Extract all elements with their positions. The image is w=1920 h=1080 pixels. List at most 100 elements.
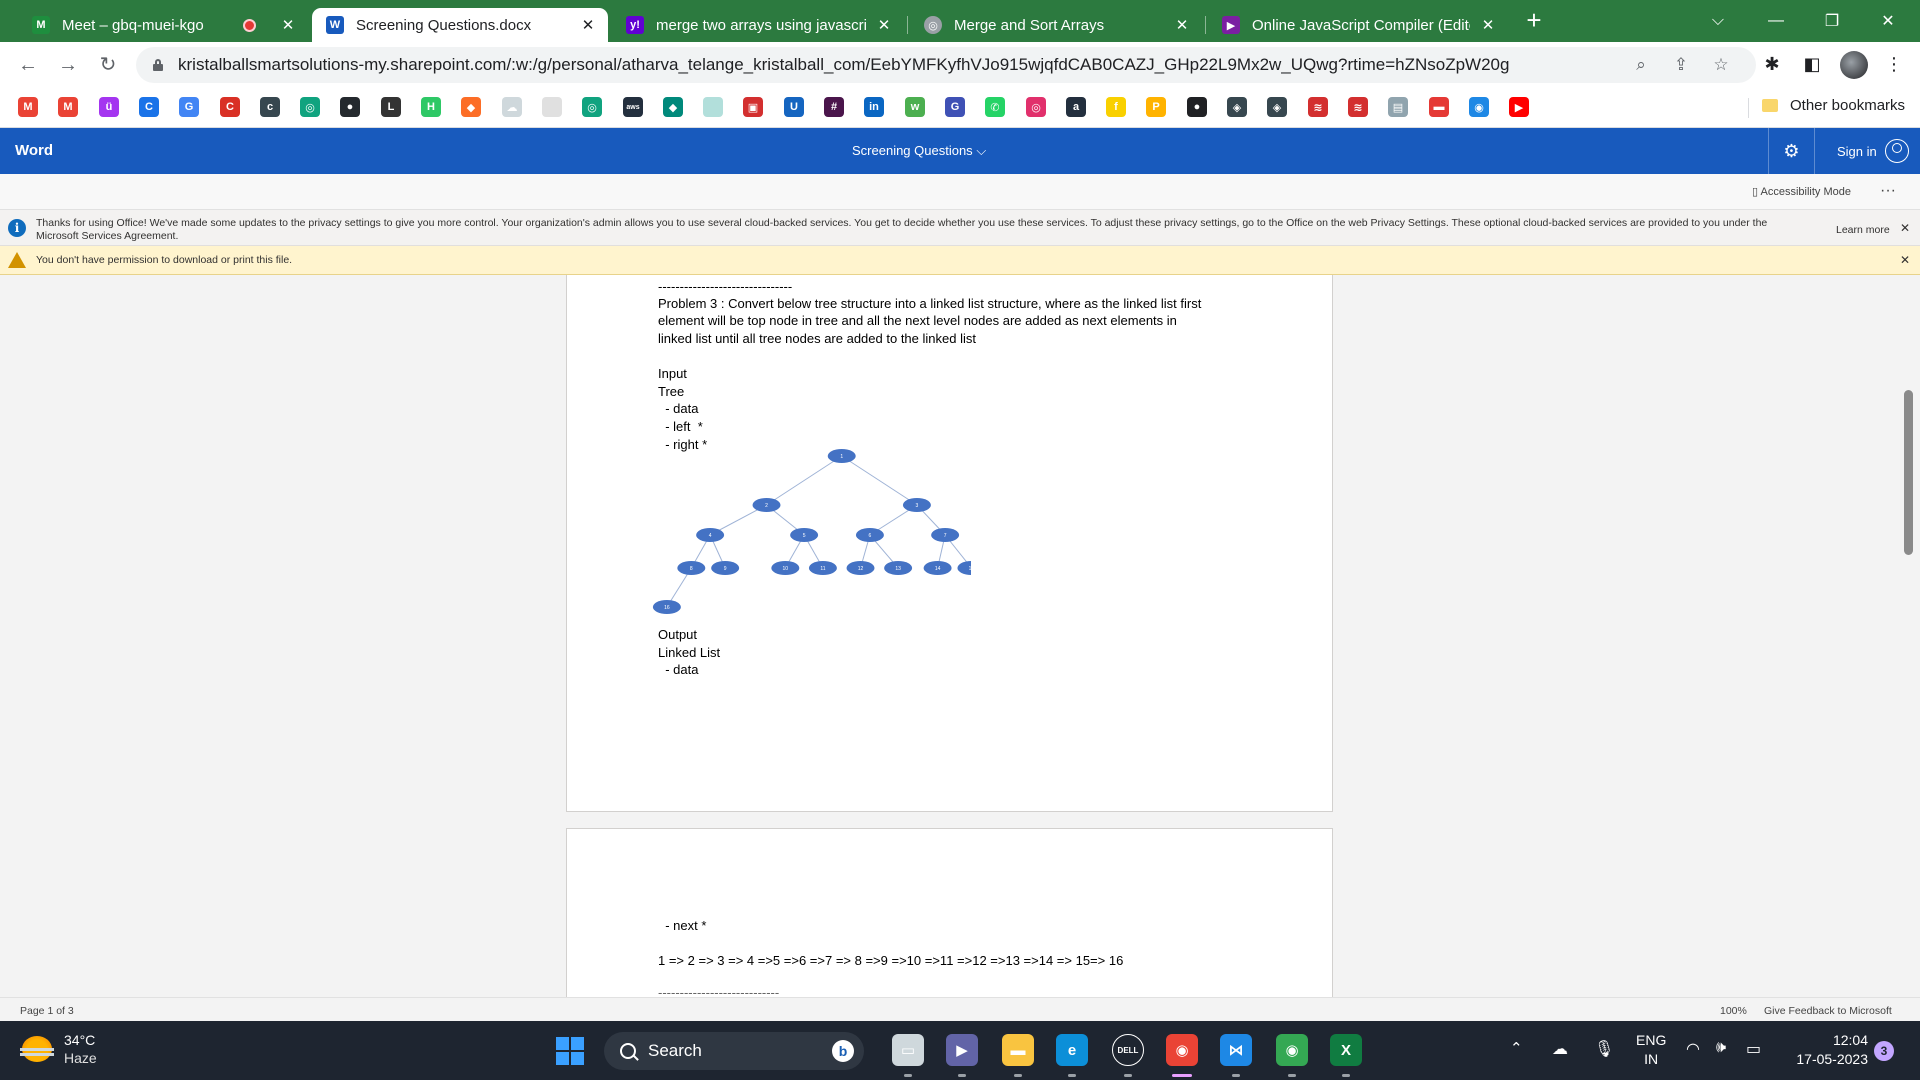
bookmark-wifi-icon[interactable]: ≋ xyxy=(1308,97,1328,117)
bookmark-amazon-icon[interactable]: a xyxy=(1066,97,1086,117)
bookmark-chatgpt-icon[interactable]: ◎ xyxy=(300,97,320,117)
bookmark-hackerrank-icon[interactable]: H xyxy=(421,97,441,117)
close-icon[interactable]: ✕ xyxy=(578,16,598,34)
bookmark-globe-icon[interactable]: ● xyxy=(1187,97,1207,117)
close-icon[interactable]: ✕ xyxy=(278,16,298,34)
bookmark-whatsapp-icon[interactable]: ✆ xyxy=(985,97,1005,117)
feedback-link[interactable]: Give Feedback to Microsoft xyxy=(1764,1005,1892,1017)
close-icon[interactable]: ✕ xyxy=(1900,221,1910,235)
tab-online-js-compiler[interactable]: ▶ Online JavaScript Compiler (Edito ✕ xyxy=(1208,8,1508,42)
bookmark-pma-icon[interactable]: P xyxy=(1146,97,1166,117)
bookmark-cloud-icon[interactable]: ☁ xyxy=(502,97,522,117)
menu-icon[interactable]: ⋮ xyxy=(1882,52,1906,76)
bookmark-gitlab-icon[interactable]: ◆ xyxy=(461,97,481,117)
onedrive-icon[interactable]: ☁ xyxy=(1552,1039,1568,1059)
tab-screening-questions[interactable]: W Screening Questions.docx ✕ xyxy=(312,8,608,42)
extensions-icon[interactable]: ✱ xyxy=(1760,52,1784,76)
new-tab-button[interactable]: + xyxy=(1520,6,1548,34)
bookmark-udemy-icon[interactable]: ü xyxy=(99,97,119,117)
bookmark-square-icon[interactable] xyxy=(703,97,723,117)
language-indicator[interactable]: ENG IN xyxy=(1636,1031,1666,1069)
restore-button[interactable]: ❐ xyxy=(1808,0,1856,42)
taskbar-excel-icon[interactable]: X xyxy=(1330,1034,1362,1066)
document-title-button[interactable]: Screening Questions ⌵ xyxy=(852,143,986,159)
tab-meet[interactable]: M Meet – gbq-muei-kgo ✕ xyxy=(18,8,308,42)
lock-icon[interactable] xyxy=(152,59,164,71)
bookmark-unstop-icon[interactable]: U xyxy=(784,97,804,117)
bookmark-gmail-2-icon[interactable]: M xyxy=(58,97,78,117)
address-bar[interactable]: kristalballsmartsolutions-my.sharepoint.… xyxy=(136,47,1756,83)
taskbar-edge-icon[interactable]: e xyxy=(1056,1034,1088,1066)
share-icon[interactable]: ⇪ xyxy=(1670,55,1692,75)
bookmark-google-icon[interactable]: G xyxy=(179,97,199,117)
document-page-1[interactable]: ------------------------------- Problem … xyxy=(566,275,1333,812)
bookmark-coursera-icon[interactable]: C xyxy=(220,97,240,117)
document-canvas[interactable]: ------------------------------- Problem … xyxy=(0,275,1920,997)
close-icon[interactable]: ✕ xyxy=(1172,16,1192,34)
bookmark-aws-icon[interactable]: aws xyxy=(623,97,643,117)
bookmark-slack-icon[interactable]: # xyxy=(824,97,844,117)
back-button[interactable]: ← xyxy=(14,51,42,79)
tab-merge-sort-arrays[interactable]: ◎ Merge and Sort Arrays ✕ xyxy=(910,8,1202,42)
bookmark-chatgpt-2-icon[interactable]: ◎ xyxy=(582,97,602,117)
document-page-2[interactable]: - next * 1 => 2 => 3 => 4 =>5 =>6 =>7 =>… xyxy=(566,828,1333,997)
bookmark-flag-icon[interactable]: ▬ xyxy=(1429,97,1449,117)
profile-avatar[interactable] xyxy=(1840,51,1868,79)
close-icon[interactable]: ✕ xyxy=(1900,253,1910,267)
start-button[interactable] xyxy=(556,1037,584,1065)
weather-widget[interactable]: 34°C Haze xyxy=(20,1031,97,1067)
battery-icon[interactable]: ▭ xyxy=(1746,1039,1761,1059)
bookmark-linkedin-icon[interactable]: in xyxy=(864,97,884,117)
bookmark-portal-2-icon[interactable]: ◉ xyxy=(1469,97,1489,117)
bookmark-sbi-icon[interactable]: ◈ xyxy=(1227,97,1247,117)
vertical-scrollbar[interactable] xyxy=(1904,390,1913,555)
volume-icon[interactable]: 🕪︎ xyxy=(1716,1039,1726,1057)
reload-button[interactable]: ↻ xyxy=(94,51,122,79)
bookmark-gmail-icon[interactable]: M xyxy=(18,97,38,117)
bookmark-mastodon-icon[interactable]: G xyxy=(945,97,965,117)
taskbar-chrome-profile-icon[interactable]: ◉ xyxy=(1276,1034,1308,1066)
other-bookmarks-folder[interactable]: Other bookmarks xyxy=(1762,97,1905,114)
bookmark-sbi-2-icon[interactable]: ◈ xyxy=(1267,97,1287,117)
microphone-icon[interactable]: 🎙︎ xyxy=(1594,1039,1614,1059)
side-panel-icon[interactable]: ◧ xyxy=(1800,52,1824,76)
forward-button[interactable]: → xyxy=(54,51,82,79)
taskbar-task-view-icon[interactable]: ▭ xyxy=(892,1034,924,1066)
zoom-level[interactable]: 100% xyxy=(1720,1005,1747,1017)
taskbar-vscode-icon[interactable]: ⋈ xyxy=(1220,1034,1252,1066)
accessibility-mode-button[interactable]: ▯ Accessibility Mode xyxy=(1752,185,1851,198)
bookmark-github-icon[interactable]: ● xyxy=(340,97,360,117)
close-window-button[interactable]: ✕ xyxy=(1864,0,1912,42)
bookmark-hdfc-icon[interactable]: ▣ xyxy=(743,97,763,117)
bing-icon[interactable]: b xyxy=(832,1040,854,1062)
notification-badge[interactable]: 3 xyxy=(1874,1041,1894,1061)
close-icon[interactable]: ✕ xyxy=(874,16,894,34)
bookmark-flipkart-icon[interactable]: f xyxy=(1106,97,1126,117)
show-hidden-icons-chevron-icon[interactable]: ⌃ xyxy=(1510,1039,1523,1057)
bookmark-code-site-icon[interactable]: c xyxy=(260,97,280,117)
taskbar-teams-chat-icon[interactable]: ▶ xyxy=(946,1034,978,1066)
bookmark-youtube-icon[interactable]: ▶ xyxy=(1509,97,1529,117)
bookmark-portal-icon[interactable]: ▤ xyxy=(1388,97,1408,117)
bookmark-wifi-2-icon[interactable]: ≋ xyxy=(1348,97,1368,117)
learn-more-link[interactable]: Learn more xyxy=(1836,224,1890,236)
taskbar-search[interactable]: Search b xyxy=(604,1032,864,1070)
tab-search-chevron-icon[interactable]: ⌵ xyxy=(1694,0,1742,42)
bookmark-blank-icon[interactable] xyxy=(542,97,562,117)
clock[interactable]: 12:04 17-05-2023 xyxy=(1784,1031,1868,1069)
bookmark-w3schools-icon[interactable]: w xyxy=(905,97,925,117)
bookmark-codechef-icon[interactable]: C xyxy=(139,97,159,117)
taskbar-file-explorer-icon[interactable]: ▬ xyxy=(1002,1034,1034,1066)
tab-merge-arrays-search[interactable]: y! merge two arrays using javascrip ✕ xyxy=(612,8,904,42)
word-app-name[interactable]: Word xyxy=(15,142,53,159)
close-icon[interactable]: ✕ xyxy=(1478,16,1498,34)
taskbar-chrome-icon[interactable]: ◉ xyxy=(1166,1034,1198,1066)
bookmark-star-icon[interactable]: ☆ xyxy=(1710,55,1732,75)
zoom-icon[interactable]: ⌕ xyxy=(1630,55,1652,75)
url-text[interactable]: kristalballsmartsolutions-my.sharepoint.… xyxy=(178,55,1509,75)
more-options-button[interactable]: ··· xyxy=(1880,182,1896,200)
bookmark-leetcode-icon[interactable]: L xyxy=(381,97,401,117)
wifi-icon[interactable]: ◠ xyxy=(1686,1039,1700,1059)
taskbar-dell-icon[interactable]: DELL xyxy=(1112,1034,1144,1066)
bookmark-instagram-icon[interactable]: ◎ xyxy=(1026,97,1046,117)
